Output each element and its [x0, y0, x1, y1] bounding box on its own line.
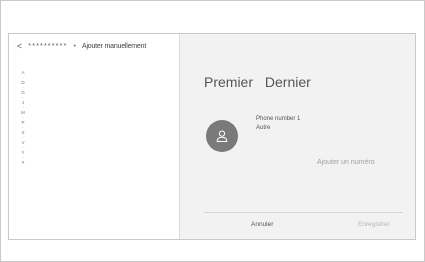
header-bar: < ********** • Ajouter manuellement — [9, 34, 180, 58]
last-name[interactable]: Dernier — [265, 74, 311, 90]
masked-contact-name: ********** — [28, 42, 68, 50]
person-icon — [206, 120, 238, 152]
contact-name: Premier Dernier — [204, 74, 311, 90]
contact-edit-screen: < ********** • Ajouter manuellement A · D ·… — [8, 33, 416, 240]
cancel-button[interactable]: Annuler — [251, 221, 273, 228]
phone-number-label[interactable]: Phone number 1 — [256, 116, 300, 122]
save-button[interactable]: Enregistrer — [358, 221, 390, 228]
header-separator: • — [73, 42, 76, 50]
alphabet-index[interactable]: A · D · G · J · M · P · S · V · Y · # — [19, 70, 27, 165]
phone-type-label[interactable]: Autre — [256, 125, 270, 131]
alpha-index-letter[interactable]: # — [22, 160, 25, 165]
first-name[interactable]: Premier — [204, 74, 253, 90]
action-divider — [204, 212, 403, 213]
contacts-list-pane: < ********** • Ajouter manuellement A · D ·… — [9, 34, 180, 239]
add-manually-link[interactable]: Ajouter manuellement — [82, 43, 146, 50]
add-number-button[interactable]: Ajouter un numéro — [317, 159, 375, 166]
chevron-left-icon[interactable]: < — [17, 41, 22, 51]
person-icon-glyph — [216, 130, 228, 142]
contact-detail-pane: Premier Dernier Phone number 1 Autre Ajo… — [180, 34, 415, 239]
